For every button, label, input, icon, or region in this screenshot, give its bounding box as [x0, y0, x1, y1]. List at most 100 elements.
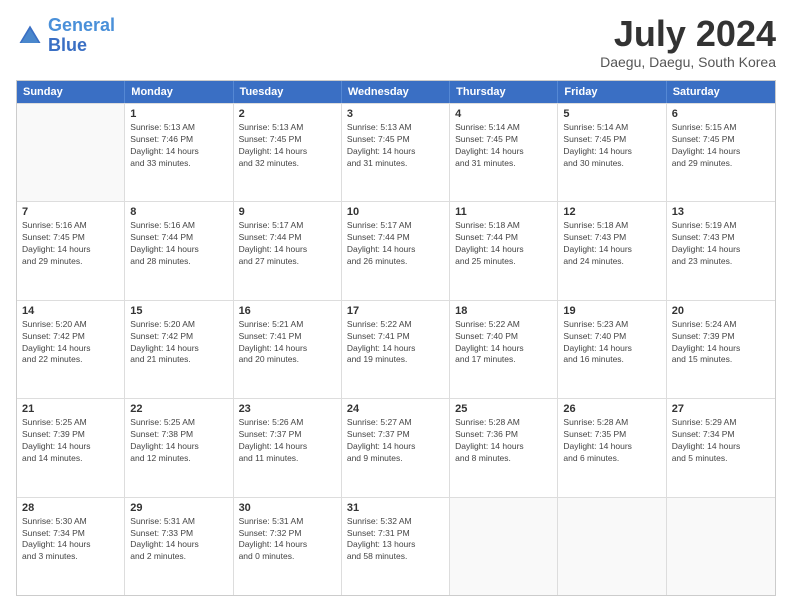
cal-cell: 11 Sunrise: 5:18 AM Sunset: 7:44 PM Dayli… — [450, 202, 558, 299]
week-row-3: 14 Sunrise: 5:20 AM Sunset: 7:42 PM Dayli… — [17, 300, 775, 398]
day-number: 29 — [130, 502, 227, 514]
cal-cell: 10Sunrise: 5:17 AM Sunset: 7:44 PM Dayli… — [342, 202, 450, 299]
week-row-2: 7Sunrise: 5:16 AM Sunset: 7:45 PM Daylig… — [17, 201, 775, 299]
logo-icon — [16, 22, 44, 50]
cal-cell: 4Sunrise: 5:14 AM Sunset: 7:45 PM Daylig… — [450, 104, 558, 201]
day-number: 19 — [563, 305, 660, 317]
day-info: Sunrise: 5:20 AM Sunset: 7:42 PM Dayligh… — [130, 319, 227, 367]
day-info: Sunrise: 5:25 AM Sunset: 7:38 PM Dayligh… — [130, 417, 227, 465]
day-number: 27 — [672, 403, 770, 415]
day-number: 3 — [347, 108, 444, 120]
cal-cell: 16Sunrise: 5:21 AM Sunset: 7:41 PM Dayli… — [234, 301, 342, 398]
cal-cell: 14 Sunrise: 5:20 AM Sunset: 7:42 PM Dayli… — [17, 301, 125, 398]
cal-cell: 30Sunrise: 5:31 AM Sunset: 7:32 PM Dayli… — [234, 498, 342, 595]
day-info: Sunrise: 5:16 AM Sunset: 7:45 PM Dayligh… — [22, 220, 119, 268]
cal-cell: 2 Sunrise: 5:13 AM Sunset: 7:45 PM Daylig… — [234, 104, 342, 201]
cal-cell: 3 Sunrise: 5:13 AM Sunset: 7:45 PM Daylig… — [342, 104, 450, 201]
day-info: Sunrise: 5:24 AM Sunset: 7:39 PM Dayligh… — [672, 319, 770, 367]
day-info: Sunrise: 5:20 AM Sunset: 7:42 PM Dayligh… — [22, 319, 119, 367]
day-number: 11 — [455, 206, 552, 218]
day-info: Sunrise: 5:13 AM Sunset: 7:46 PM Dayligh… — [130, 122, 227, 170]
day-number: 24 — [347, 403, 444, 415]
day-number: 31 — [347, 502, 444, 514]
cal-cell: 8Sunrise: 5:16 AM Sunset: 7:44 PM Daylig… — [125, 202, 233, 299]
cal-cell: 26 Sunrise: 5:28 AM Sunset: 7:35 PM Dayli… — [558, 399, 666, 496]
header: General Blue July 2024 Daegu, Daegu, Sou… — [16, 16, 776, 70]
cal-cell: 20 Sunrise: 5:24 AM Sunset: 7:39 PM Dayli… — [667, 301, 775, 398]
cal-cell: 6 Sunrise: 5:15 AM Sunset: 7:45 PM Daylig… — [667, 104, 775, 201]
cal-cell: 9Sunrise: 5:17 AM Sunset: 7:44 PM Daylig… — [234, 202, 342, 299]
day-info: Sunrise: 5:31 AM Sunset: 7:33 PM Dayligh… — [130, 516, 227, 564]
title-area: July 2024 Daegu, Daegu, South Korea — [600, 16, 776, 70]
day-info: Sunrise: 5:31 AM Sunset: 7:32 PM Dayligh… — [239, 516, 336, 564]
day-number: 23 — [239, 403, 336, 415]
day-number: 18 — [455, 305, 552, 317]
day-info: Sunrise: 5:18 AM Sunset: 7:44 PM Dayligh… — [455, 220, 552, 268]
cal-cell: 15Sunrise: 5:20 AM Sunset: 7:42 PM Dayli… — [125, 301, 233, 398]
day-number: 26 — [563, 403, 660, 415]
header-cell-friday: Friday — [558, 81, 666, 103]
day-number: 10 — [347, 206, 444, 218]
cal-cell: 23 Sunrise: 5:26 AM Sunset: 7:37 PM Dayli… — [234, 399, 342, 496]
day-number: 14 — [22, 305, 119, 317]
cal-cell — [667, 498, 775, 595]
day-number: 12 — [563, 206, 660, 218]
cal-cell: 29 Sunrise: 5:31 AM Sunset: 7:33 PM Dayli… — [125, 498, 233, 595]
day-info: Sunrise: 5:21 AM Sunset: 7:41 PM Dayligh… — [239, 319, 336, 367]
calendar: SundayMondayTuesdayWednesdayThursdayFrid… — [16, 80, 776, 596]
day-number: 9 — [239, 206, 336, 218]
day-info: Sunrise: 5:13 AM Sunset: 7:45 PM Dayligh… — [239, 122, 336, 170]
calendar-body: 1Sunrise: 5:13 AM Sunset: 7:46 PM Daylig… — [17, 103, 775, 595]
day-number: 2 — [239, 108, 336, 120]
cal-cell: 28 Sunrise: 5:30 AM Sunset: 7:34 PM Dayli… — [17, 498, 125, 595]
day-info: Sunrise: 5:29 AM Sunset: 7:34 PM Dayligh… — [672, 417, 770, 465]
day-info: Sunrise: 5:15 AM Sunset: 7:45 PM Dayligh… — [672, 122, 770, 170]
week-row-1: 1Sunrise: 5:13 AM Sunset: 7:46 PM Daylig… — [17, 103, 775, 201]
day-info: Sunrise: 5:30 AM Sunset: 7:34 PM Dayligh… — [22, 516, 119, 564]
cal-cell: 1Sunrise: 5:13 AM Sunset: 7:46 PM Daylig… — [125, 104, 233, 201]
day-info: Sunrise: 5:26 AM Sunset: 7:37 PM Dayligh… — [239, 417, 336, 465]
day-info: Sunrise: 5:32 AM Sunset: 7:31 PM Dayligh… — [347, 516, 444, 564]
cal-cell: 7Sunrise: 5:16 AM Sunset: 7:45 PM Daylig… — [17, 202, 125, 299]
day-info: Sunrise: 5:23 AM Sunset: 7:40 PM Dayligh… — [563, 319, 660, 367]
day-number: 8 — [130, 206, 227, 218]
day-number: 28 — [22, 502, 119, 514]
logo-text: General Blue — [48, 16, 115, 56]
day-number: 17 — [347, 305, 444, 317]
logo: General Blue — [16, 16, 115, 56]
calendar-header: SundayMondayTuesdayWednesdayThursdayFrid… — [17, 81, 775, 103]
day-info: Sunrise: 5:13 AM Sunset: 7:45 PM Dayligh… — [347, 122, 444, 170]
header-cell-sunday: Sunday — [17, 81, 125, 103]
day-info: Sunrise: 5:27 AM Sunset: 7:37 PM Dayligh… — [347, 417, 444, 465]
cal-cell: 21 Sunrise: 5:25 AM Sunset: 7:39 PM Dayli… — [17, 399, 125, 496]
page: General Blue July 2024 Daegu, Daegu, Sou… — [0, 0, 792, 612]
cal-cell: 31 Sunrise: 5:32 AM Sunset: 7:31 PM Dayli… — [342, 498, 450, 595]
week-row-5: 28 Sunrise: 5:30 AM Sunset: 7:34 PM Dayli… — [17, 497, 775, 595]
day-number: 13 — [672, 206, 770, 218]
cal-cell: 22 Sunrise: 5:25 AM Sunset: 7:38 PM Dayli… — [125, 399, 233, 496]
day-number: 22 — [130, 403, 227, 415]
header-cell-saturday: Saturday — [667, 81, 775, 103]
cal-cell: 5 Sunrise: 5:14 AM Sunset: 7:45 PM Daylig… — [558, 104, 666, 201]
day-info: Sunrise: 5:22 AM Sunset: 7:40 PM Dayligh… — [455, 319, 552, 367]
day-info: Sunrise: 5:28 AM Sunset: 7:35 PM Dayligh… — [563, 417, 660, 465]
day-info: Sunrise: 5:18 AM Sunset: 7:43 PM Dayligh… — [563, 220, 660, 268]
day-number: 5 — [563, 108, 660, 120]
cal-cell: 17Sunrise: 5:22 AM Sunset: 7:41 PM Dayli… — [342, 301, 450, 398]
subtitle: Daegu, Daegu, South Korea — [600, 54, 776, 70]
day-number: 6 — [672, 108, 770, 120]
day-number: 21 — [22, 403, 119, 415]
cal-cell: 18 Sunrise: 5:22 AM Sunset: 7:40 PM Dayli… — [450, 301, 558, 398]
day-number: 20 — [672, 305, 770, 317]
day-info: Sunrise: 5:25 AM Sunset: 7:39 PM Dayligh… — [22, 417, 119, 465]
header-cell-tuesday: Tuesday — [234, 81, 342, 103]
day-info: Sunrise: 5:14 AM Sunset: 7:45 PM Dayligh… — [563, 122, 660, 170]
week-row-4: 21 Sunrise: 5:25 AM Sunset: 7:39 PM Dayli… — [17, 398, 775, 496]
cal-cell: 27 Sunrise: 5:29 AM Sunset: 7:34 PM Dayli… — [667, 399, 775, 496]
day-info: Sunrise: 5:14 AM Sunset: 7:45 PM Dayligh… — [455, 122, 552, 170]
cal-cell: 24 Sunrise: 5:27 AM Sunset: 7:37 PM Dayli… — [342, 399, 450, 496]
header-cell-monday: Monday — [125, 81, 233, 103]
cal-cell: 13Sunrise: 5:19 AM Sunset: 7:43 PM Dayli… — [667, 202, 775, 299]
day-number: 25 — [455, 403, 552, 415]
day-info: Sunrise: 5:28 AM Sunset: 7:36 PM Dayligh… — [455, 417, 552, 465]
